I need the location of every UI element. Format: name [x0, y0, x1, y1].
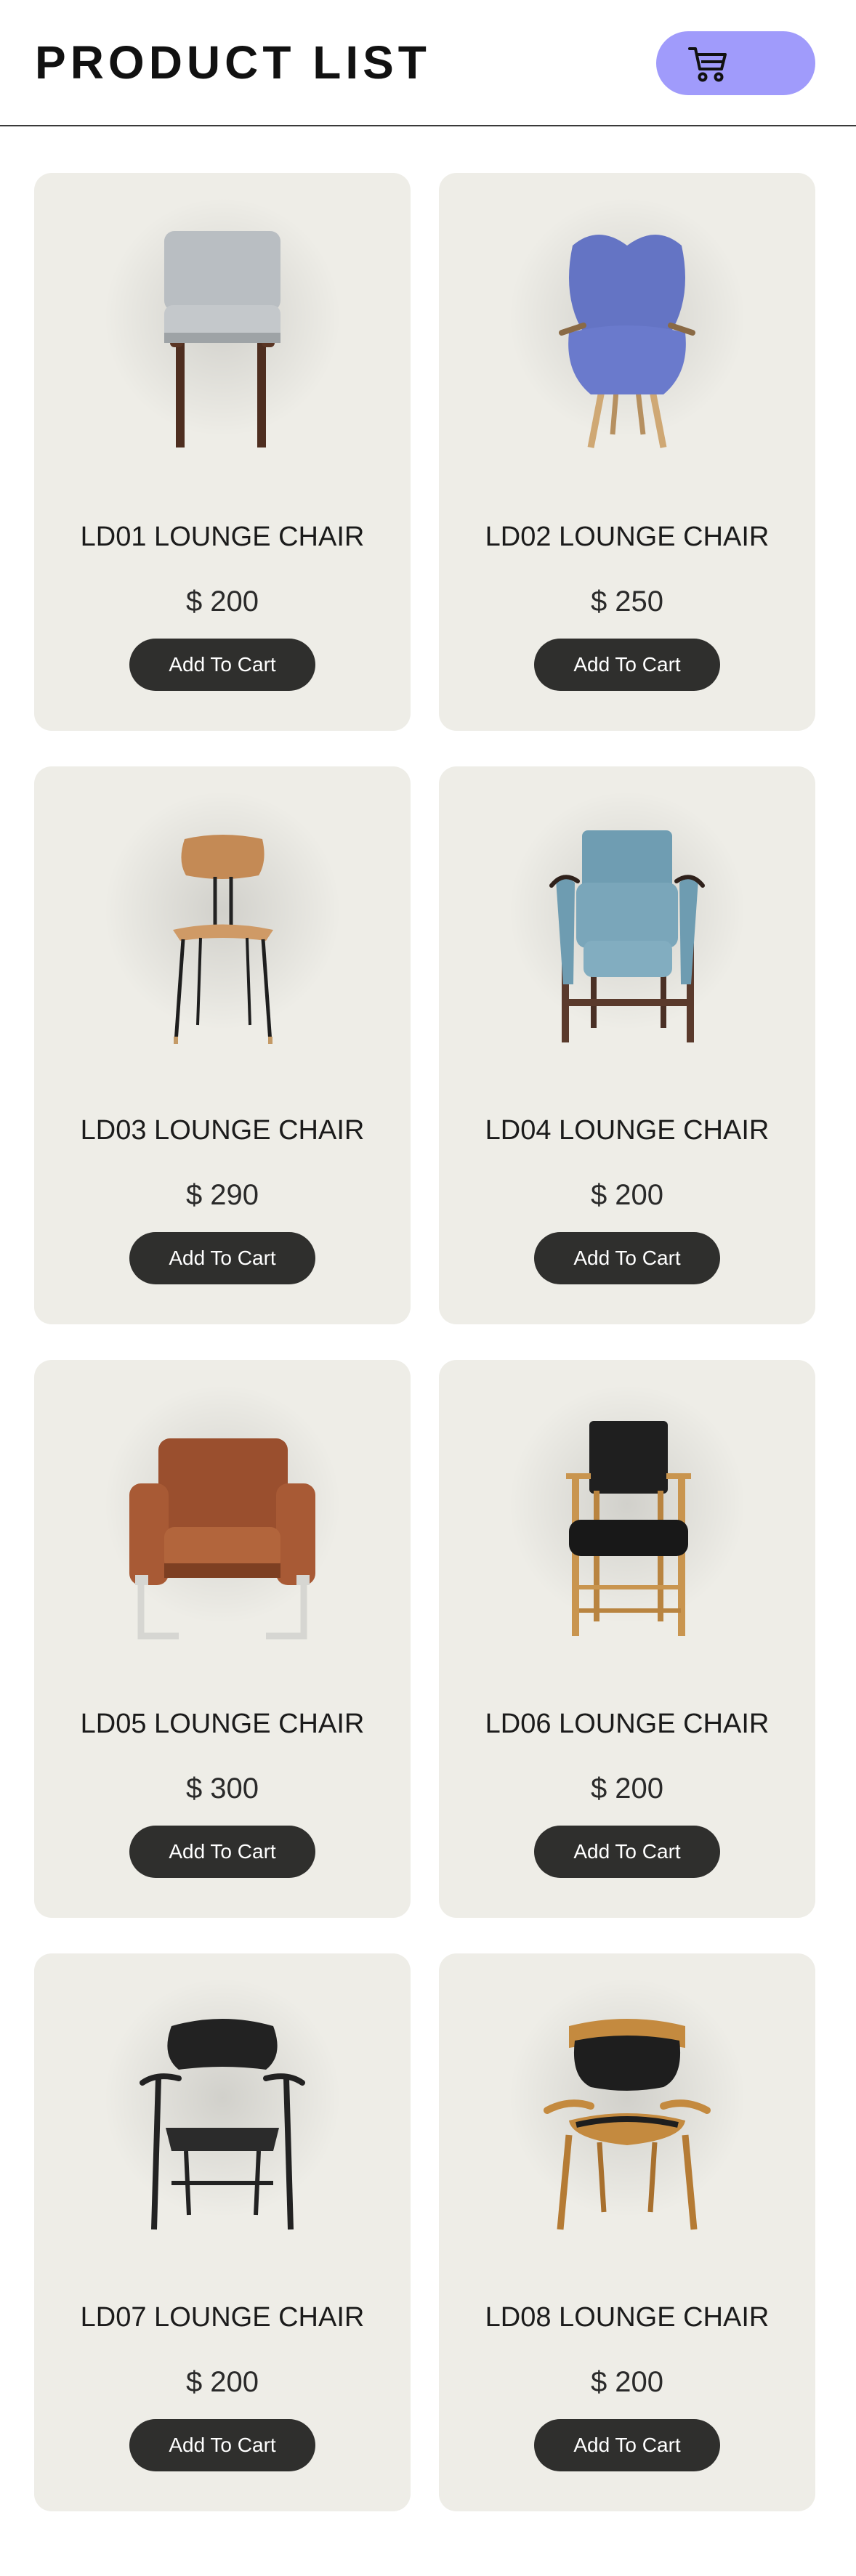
page-header: PRODUCT LIST — [0, 0, 856, 126]
shopping-cart-icon — [688, 47, 727, 82]
add-to-cart-button[interactable]: Add To Cart — [534, 1232, 720, 1284]
product-price: $ 200 — [185, 2366, 259, 2398]
add-to-cart-button[interactable]: Add To Cart — [129, 639, 315, 691]
product-card: LD05 LOUNGE CHAIR $ 300 Add To Cart — [34, 1360, 411, 1918]
add-to-cart-button[interactable]: Add To Cart — [534, 2419, 720, 2471]
product-card: LD02 LOUNGE CHAIR $ 250 Add To Cart — [439, 173, 815, 731]
product-card: LD06 LOUNGE CHAIR $ 200 Add To Cart — [439, 1360, 815, 1918]
product-name: LD06 LOUNGE CHAIR — [485, 1709, 770, 1739]
product-name: LD03 LOUNGE CHAIR — [80, 1115, 365, 1146]
product-price: $ 290 — [185, 1179, 259, 1211]
product-name: LD02 LOUNGE CHAIR — [485, 522, 770, 552]
product-card: LD04 LOUNGE CHAIR $ 200 Add To Cart — [439, 766, 815, 1324]
product-card: LD07 LOUNGE CHAIR $ 200 Add To Cart — [34, 1953, 411, 2511]
page-title: PRODUCT LIST — [35, 36, 431, 89]
cart-button[interactable] — [656, 31, 815, 95]
product-name: LD08 LOUNGE CHAIR — [485, 2302, 770, 2333]
lounge-chair-grey-image — [164, 231, 280, 447]
product-card: LD01 LOUNGE CHAIR $ 200 Add To Cart — [34, 173, 411, 731]
wood-side-chair-image — [173, 835, 273, 1044]
product-name: LD05 LOUNGE CHAIR — [80, 1709, 365, 1739]
product-card: LD03 LOUNGE CHAIR $ 290 Add To Cart — [34, 766, 411, 1324]
product-name: LD04 LOUNGE CHAIR — [485, 1115, 770, 1146]
product-price: $ 200 — [590, 1773, 664, 1805]
wingback-chair-blue-image — [559, 235, 695, 448]
add-to-cart-button[interactable]: Add To Cart — [534, 639, 720, 691]
product-price: $ 200 — [185, 586, 259, 617]
armchair-teal-image — [549, 830, 705, 1042]
add-to-cart-button[interactable]: Add To Cart — [129, 1232, 315, 1284]
product-name: LD01 LOUNGE CHAIR — [80, 522, 365, 552]
product-grid: LD01 LOUNGE CHAIR $ 200 Add To Cart LD02… — [34, 173, 815, 2511]
product-price: $ 200 — [590, 2366, 664, 2398]
product-price: $ 250 — [590, 586, 664, 617]
add-to-cart-button[interactable]: Add To Cart — [129, 2419, 315, 2471]
add-to-cart-button[interactable]: Add To Cart — [129, 1826, 315, 1878]
oak-shell-chair-image — [544, 2019, 711, 2230]
product-card: LD08 LOUNGE CHAIR $ 200 Add To Cart — [439, 1953, 815, 2511]
product-price: $ 300 — [185, 1773, 259, 1805]
add-to-cart-button[interactable]: Add To Cart — [534, 1826, 720, 1878]
product-name: LD07 LOUNGE CHAIR — [80, 2302, 365, 2333]
black-seat-wood-chair-image — [566, 1421, 691, 1636]
leather-armchair-brown-image — [129, 1438, 315, 1640]
black-wishbone-chair-image — [140, 2019, 305, 2230]
product-price: $ 200 — [590, 1179, 664, 1211]
